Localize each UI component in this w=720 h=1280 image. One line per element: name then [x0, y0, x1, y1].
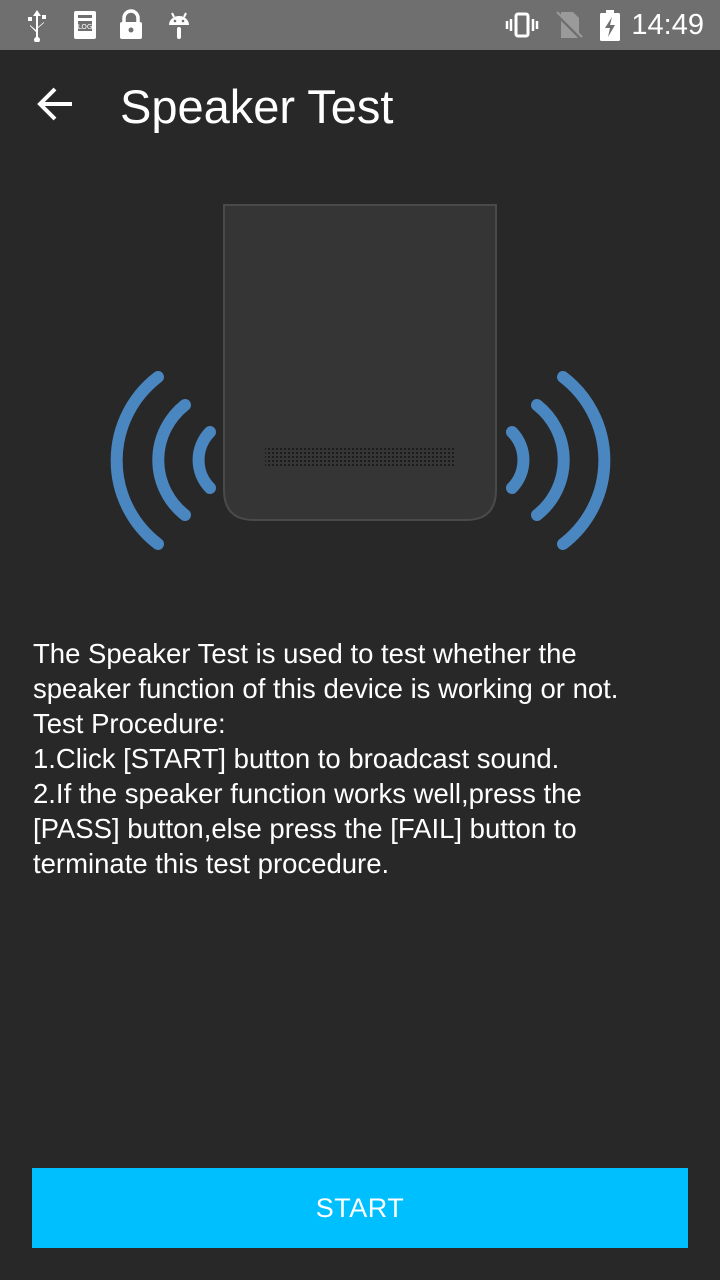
android-icon [162, 8, 196, 42]
description-line: speaker function of this device is worki… [33, 673, 619, 704]
description-line: 2.If the speaker function works well,pre… [33, 778, 582, 809]
phone-speaker-icon [110, 204, 611, 550]
usb-icon [20, 8, 54, 43]
status-time: 14:49 [631, 9, 704, 41]
page-title: Speaker Test [120, 80, 394, 133]
description-line: terminate this test procedure. [33, 848, 390, 879]
app-bar: Speaker Test [0, 50, 720, 162]
speaker-illustration [0, 200, 720, 570]
description-line: The Speaker Test is used to test whether… [33, 638, 577, 669]
back-button[interactable] [22, 72, 90, 140]
description-line: [PASS] button,else press the [FAIL] butt… [33, 813, 577, 844]
description-line: Test Procedure: [33, 708, 226, 739]
vibrate-icon [505, 8, 539, 42]
svg-text:LOG: LOG [78, 23, 93, 31]
battery-charging-icon [593, 8, 627, 42]
lock-icon [114, 8, 148, 42]
no-sim-icon [552, 8, 586, 42]
test-description: The Speaker Test is used to test whether… [33, 636, 693, 881]
start-button[interactable]: START [32, 1168, 688, 1248]
log-icon: LOG [68, 8, 102, 42]
status-bar: LOG 14:49 [0, 0, 720, 50]
arrow-back-icon [36, 84, 76, 129]
description-line: 1.Click [START] button to broadcast soun… [33, 743, 560, 774]
